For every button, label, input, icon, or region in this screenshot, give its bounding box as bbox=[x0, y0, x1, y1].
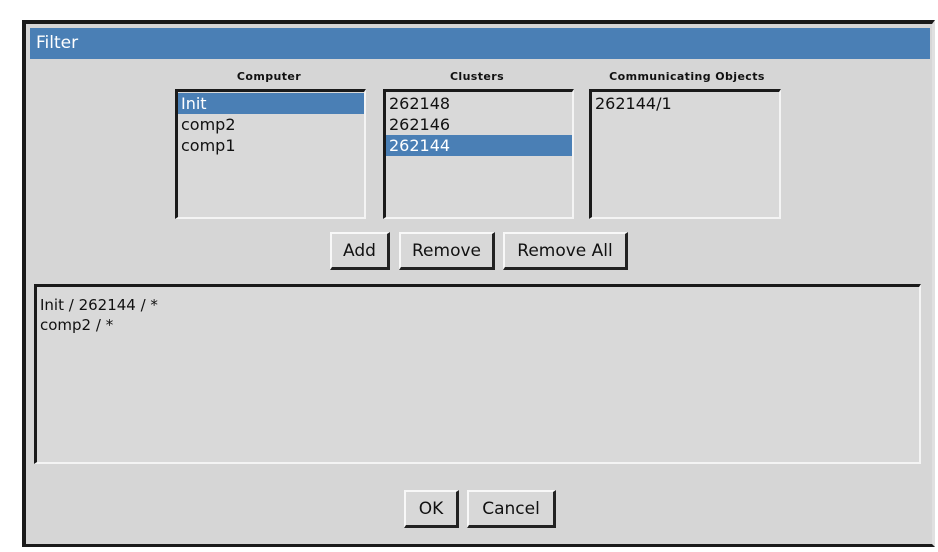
clusters-list-label: Clusters bbox=[449, 70, 505, 83]
list-item[interactable]: 262144/1 bbox=[592, 93, 779, 114]
clusters-list[interactable]: 262148 262146 262144 bbox=[383, 89, 574, 219]
title-bar[interactable]: Filter bbox=[30, 28, 930, 59]
filter-list[interactable]: Init / 262144 / * comp2 / * bbox=[34, 284, 921, 464]
remove-all-button[interactable]: Remove All bbox=[503, 232, 628, 270]
list-item[interactable]: comp2 bbox=[178, 114, 364, 135]
filter-entry[interactable]: Init / 262144 / * bbox=[40, 295, 919, 315]
list-item[interactable]: Init bbox=[178, 93, 364, 114]
dialog-title: Filter bbox=[36, 33, 79, 53]
objects-list-label: Communicating Objects bbox=[609, 70, 765, 83]
filter-dialog: Filter Computer Clusters Communicating O… bbox=[22, 20, 935, 547]
cancel-button[interactable]: Cancel bbox=[467, 490, 556, 528]
list-item[interactable]: comp1 bbox=[178, 135, 364, 156]
computer-list[interactable]: Init comp2 comp1 bbox=[175, 89, 366, 219]
computer-list-label: Computer bbox=[236, 70, 302, 83]
filter-entry[interactable]: comp2 / * bbox=[40, 315, 919, 335]
list-item[interactable]: 262144 bbox=[386, 135, 572, 156]
remove-button[interactable]: Remove bbox=[399, 232, 495, 270]
list-item[interactable]: 262148 bbox=[386, 93, 572, 114]
add-button[interactable]: Add bbox=[330, 232, 390, 270]
list-item[interactable]: 262146 bbox=[386, 114, 572, 135]
ok-button[interactable]: OK bbox=[404, 490, 459, 528]
objects-list[interactable]: 262144/1 bbox=[589, 89, 781, 219]
